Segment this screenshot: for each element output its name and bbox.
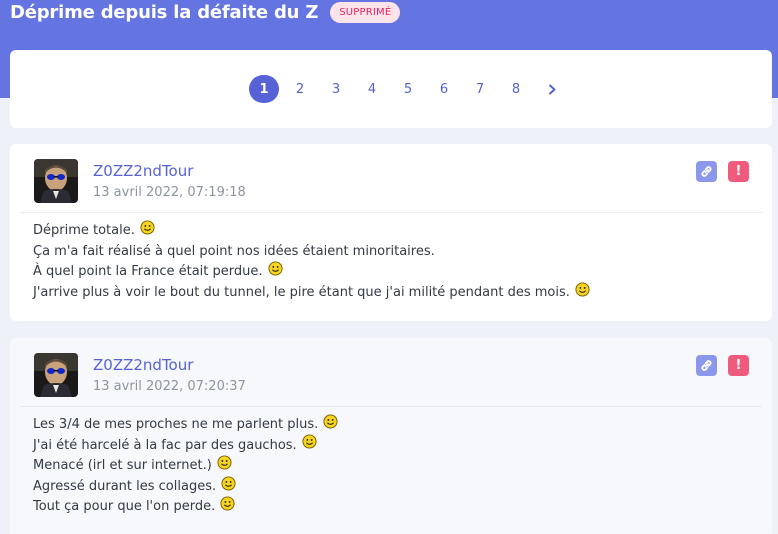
smiley-icon [575, 282, 590, 297]
content-line: Ça m'a fait réalisé à quel point nos idé… [33, 242, 590, 263]
avatar[interactable] [34, 353, 78, 397]
page-5-button[interactable]: 5 [390, 75, 426, 103]
page-6-button[interactable]: 6 [426, 75, 462, 103]
post-date: 13 avril 2022, 07:19:18 [93, 185, 246, 200]
report-icon[interactable]: ! [728, 161, 749, 182]
page-3-button[interactable]: 3 [318, 75, 354, 103]
content-text: Ça m'a fait réalisé à quel point nos idé… [33, 243, 435, 259]
post-author[interactable]: Z0ZZ2ndTour [93, 356, 193, 374]
content-line: Les 3/4 de mes proches ne me parlent plu… [33, 414, 338, 436]
content-text: Déprime totale. [33, 223, 135, 238]
post-card: Z0ZZ2ndTour 13 avril 2022, 07:19:18 ! Dé… [10, 144, 772, 321]
page-1-button[interactable]: 1 [249, 75, 279, 103]
page-7-button[interactable]: 7 [462, 75, 498, 103]
post-content: Déprime totale. Ça m'a fait réalisé à qu… [33, 220, 590, 304]
page-2-button[interactable]: 2 [282, 75, 318, 103]
post-divider [20, 212, 762, 213]
smiley-icon [221, 476, 236, 491]
content-line: J'arrive plus à voir le bout du tunnel, … [33, 282, 590, 304]
status-badge: SUPPRIMÉ [330, 1, 401, 23]
content-line: Agressé durant les collages. [33, 476, 338, 498]
pagination-card: 1 2 3 4 5 6 7 8 [10, 50, 772, 128]
content-line: Menacé (irl et sur internet.) [33, 455, 338, 477]
smiley-icon [217, 455, 232, 470]
smiley-icon [267, 261, 283, 276]
report-icon[interactable]: ! [728, 355, 749, 376]
page-4-button[interactable]: 4 [354, 75, 390, 103]
post-card: Z0ZZ2ndTour 13 avril 2022, 07:20:37 ! Le… [10, 338, 772, 534]
post-author[interactable]: Z0ZZ2ndTour [93, 162, 193, 180]
content-line: À quel point la France était perdue. [33, 261, 590, 283]
content-text: J'arrive plus à voir le bout du tunnel, … [33, 284, 570, 300]
content-line: Tout ça pour que l'on perde. [33, 496, 338, 518]
content-line: J'ai été harcelé à la fac par des gaucho… [33, 434, 338, 457]
post-content: Les 3/4 de mes proches ne me parlent plu… [33, 414, 338, 518]
post-divider [20, 406, 762, 407]
content-text: Menacé (irl et sur internet.) [33, 458, 212, 474]
chevron-right-icon[interactable] [534, 75, 570, 103]
content-text: Agressé durant les collages. [33, 478, 217, 494]
smiley-icon [140, 220, 155, 235]
smiley-icon [302, 434, 317, 449]
smiley-icon [323, 414, 338, 429]
content-text: À quel point la France était perdue. [33, 264, 263, 280]
pagination: 1 2 3 4 5 6 7 8 [249, 75, 570, 103]
content-text: J'ai été harcelé à la fac par des gaucho… [33, 437, 297, 453]
content-line: Déprime totale. [33, 220, 590, 242]
topic-title: Déprime depuis la défaite du Z [10, 1, 319, 23]
page-8-button[interactable]: 8 [498, 75, 534, 103]
topic-header: Déprime depuis la défaite du Z SUPPRIMÉ [10, 0, 401, 24]
link-icon[interactable] [696, 355, 717, 376]
post-date: 13 avril 2022, 07:20:37 [93, 379, 246, 394]
content-text: Les 3/4 de mes proches ne me parlent plu… [33, 417, 319, 432]
avatar[interactable] [34, 159, 78, 203]
content-text: Tout ça pour que l'on perde. [33, 499, 216, 515]
link-icon[interactable] [696, 161, 717, 182]
smiley-icon [220, 496, 235, 511]
